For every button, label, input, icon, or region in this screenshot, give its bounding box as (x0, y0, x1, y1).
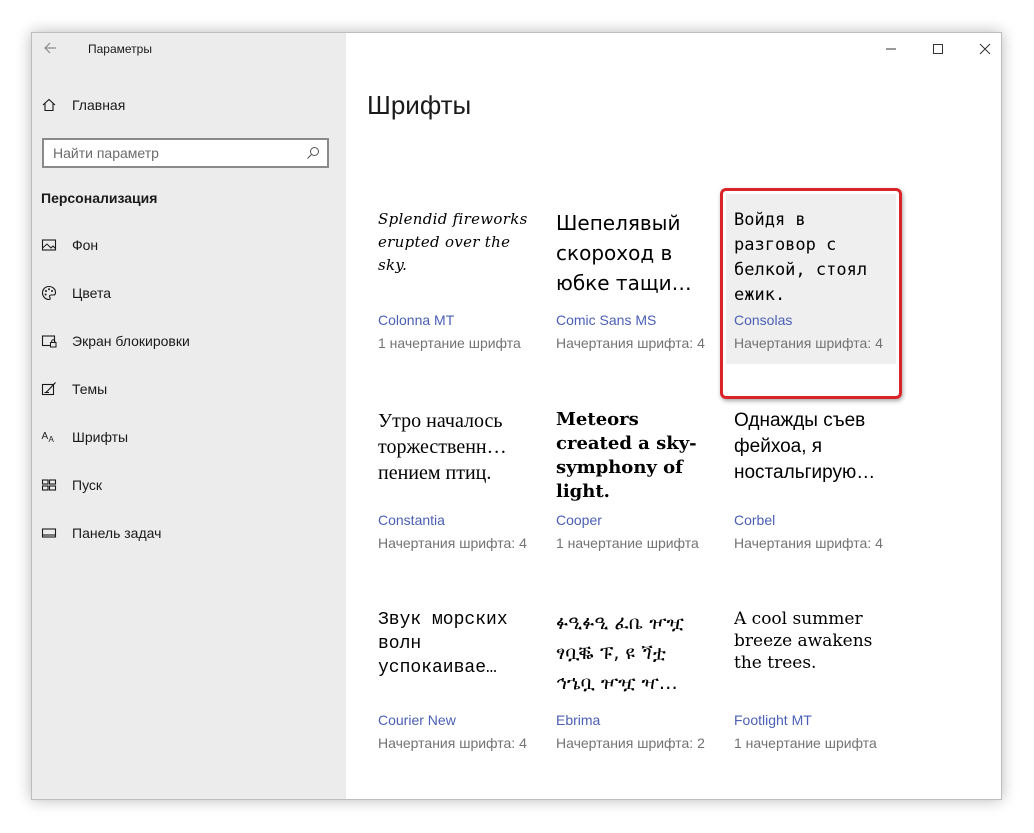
font-sample: Однажды съев фейхоа, я ностальгирую… (734, 410, 876, 483)
search-icon[interactable] (306, 146, 320, 160)
font-sample: Meteors created a sky-symphony of light. (556, 409, 697, 502)
sidebar-item-label: Фон (72, 237, 99, 253)
sidebar-item-lock-screen[interactable]: Экран блокировки (40, 328, 190, 354)
minimize-icon[interactable] (876, 39, 906, 59)
main-content: Шрифты Splendid fireworks erupted over t… (346, 33, 1001, 799)
sidebar-item-colors[interactable]: Цвета (40, 280, 111, 306)
home-icon (40, 96, 58, 114)
start-icon (40, 476, 58, 494)
settings-window: Параметры Главная Персонализация Фон Цв (31, 32, 1002, 800)
font-face-count: 1 начертание шрифта (734, 735, 877, 751)
sidebar: Параметры Главная Персонализация Фон Цв (32, 33, 346, 799)
sidebar-item-label: Шрифты (72, 429, 129, 445)
font-sample: Войдя в разговор с белкой, стоял ежик. (734, 210, 868, 305)
font-sample: Splendid fireworks erupted over the sky. (378, 210, 528, 274)
sidebar-item-label: Цвета (72, 285, 111, 301)
font-card-cooper[interactable]: Meteors created a sky-symphony of light.… (548, 394, 718, 564)
font-sample: ፉዒፉዒ ፈቤ ዦዧ ፃቧቘ ፑ, ዩ ጘቷ ኅኄቧ ዦዧ ዣ… (556, 612, 684, 694)
font-name: Corbel (734, 512, 776, 528)
font-name: Comic Sans MS (556, 312, 657, 328)
font-card-courier-new[interactable]: Звук морских волн успокаивае… Courier Ne… (370, 594, 540, 764)
font-name: Constantia (378, 512, 445, 528)
font-card-consolas[interactable]: Войдя в разговор с белкой, стоял ежик. C… (726, 194, 896, 364)
font-face-count: 1 начертание шрифта (378, 335, 521, 351)
sidebar-item-label: Пуск (72, 477, 103, 493)
nav-home-label: Главная (72, 97, 126, 113)
palette-icon (40, 284, 58, 302)
svg-text:A: A (49, 435, 55, 444)
sidebar-item-label: Экран блокировки (72, 333, 190, 349)
font-sample: A cool summer breeze awakens the trees. (734, 609, 873, 673)
font-face-count: Начертания шрифта: 4 (556, 335, 705, 351)
font-card-ebrima[interactable]: ፉዒፉዒ ፈቤ ዦዧ ፃቧቘ ፑ, ዩ ጘቷ ኅኄቧ ዦዧ ዣ… Ebrima … (548, 594, 718, 764)
sidebar-item-fonts[interactable]: AA Шрифты (40, 424, 129, 450)
svg-text:A: A (42, 431, 49, 442)
section-title: Персонализация (41, 190, 158, 206)
font-name: Colonna MT (378, 312, 455, 328)
close-icon[interactable] (970, 39, 1000, 59)
font-card-footlight-mt[interactable]: A cool summer breeze awakens the trees. … (726, 594, 896, 764)
font-face-count: Начертания шрифта: 4 (378, 535, 527, 551)
themes-icon (40, 380, 58, 398)
font-card-colonna-mt[interactable]: Splendid fireworks erupted over the sky.… (370, 194, 540, 364)
font-name: Ebrima (556, 712, 601, 728)
sidebar-item-background[interactable]: Фон (40, 232, 98, 258)
fonts-icon: AA (40, 428, 58, 446)
sidebar-item-label: Темы (72, 381, 108, 397)
search-input[interactable] (44, 140, 294, 166)
font-face-count: 1 начертание шрифта (556, 535, 699, 551)
font-card-constantia[interactable]: Утро началось торжественн… пением птиц. … (370, 394, 540, 564)
taskbar-icon (40, 524, 58, 542)
font-face-count: Начертания шрифта: 4 (734, 335, 883, 351)
nav-home[interactable]: Главная (40, 92, 125, 118)
lock-screen-icon (40, 332, 58, 350)
font-sample: Шепелявый скороход в юбке тащи… (556, 211, 692, 295)
font-sample: Звук морских волн успокаивае… (378, 610, 508, 678)
sidebar-item-label: Панель задач (72, 525, 162, 541)
maximize-icon[interactable] (923, 39, 953, 59)
sidebar-item-themes[interactable]: Темы (40, 376, 107, 402)
back-arrow-icon[interactable] (42, 39, 58, 57)
font-face-count: Начертания шрифта: 4 (378, 735, 527, 751)
image-icon (40, 236, 58, 254)
font-card-corbel[interactable]: Однажды съев фейхоа, я ностальгирую… Cor… (726, 394, 896, 564)
search-box[interactable] (42, 138, 329, 168)
font-name: Cooper (556, 512, 602, 528)
sidebar-item-taskbar[interactable]: Панель задач (40, 520, 161, 546)
font-name: Consolas (734, 312, 793, 328)
window-title: Параметры (88, 42, 152, 56)
font-face-count: Начертания шрифта: 2 (556, 735, 705, 751)
font-card-comic-sans-ms[interactable]: Шепелявый скороход в юбке тащи… Comic Sa… (548, 194, 718, 364)
font-face-count: Начертания шрифта: 4 (734, 535, 883, 551)
font-sample: Утро началось торжественн… пением птиц. (378, 410, 507, 484)
font-name: Footlight MT (734, 712, 812, 728)
font-name: Courier New (378, 712, 456, 728)
sidebar-item-start[interactable]: Пуск (40, 472, 102, 498)
page-title: Шрифты (367, 90, 472, 120)
